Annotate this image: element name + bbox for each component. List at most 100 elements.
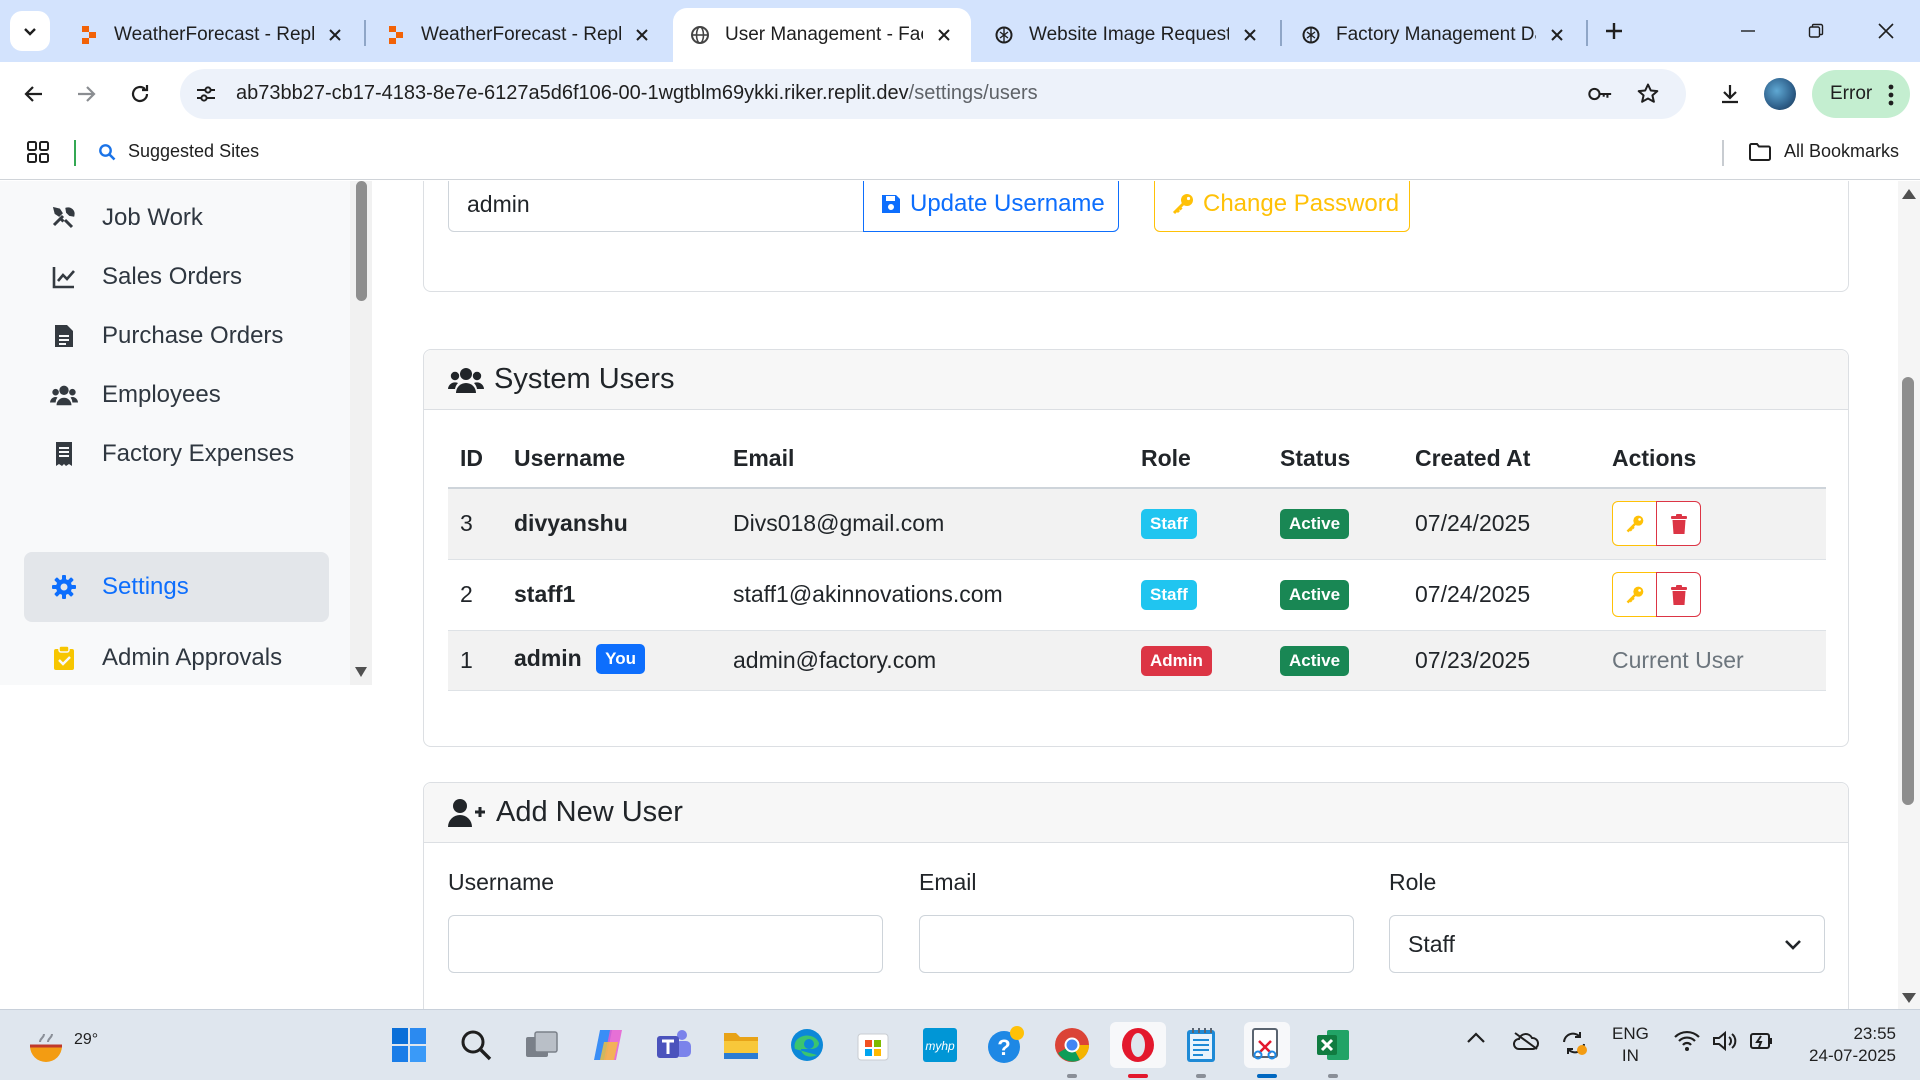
- browser-toolbar: ab73bb27-cb17-4183-8e7e-6127a5d6f106-00-…: [0, 62, 1920, 126]
- new-username-input[interactable]: [448, 915, 883, 973]
- gear-icon: [50, 573, 78, 601]
- downloads-button[interactable]: [1710, 74, 1750, 114]
- close-window-button[interactable]: [1858, 8, 1914, 54]
- profile-avatar[interactable]: [1764, 78, 1796, 110]
- profile-error-button[interactable]: Error: [1812, 70, 1910, 118]
- address-bar[interactable]: ab73bb27-cb17-4183-8e7e-6127a5d6f106-00-…: [180, 69, 1686, 119]
- browser-tab-2[interactable]: WeatherForecast - Replit: [369, 8, 669, 62]
- delete-user-button[interactable]: [1656, 501, 1701, 547]
- chrome-button[interactable]: [1049, 1022, 1095, 1068]
- change-password-button[interactable]: Change Password: [1154, 181, 1410, 232]
- edge-button[interactable]: [784, 1022, 830, 1068]
- all-bookmarks-button[interactable]: All Bookmarks: [1748, 141, 1899, 162]
- bookmark-suggested-sites[interactable]: Suggested Sites: [98, 141, 259, 162]
- onedrive-tray-button[interactable]: [1512, 1030, 1540, 1052]
- reset-password-button[interactable]: [1612, 501, 1657, 547]
- column-header-role[interactable]: Role: [1129, 430, 1268, 489]
- input-language-indicator[interactable]: ENG IN: [1612, 1023, 1649, 1067]
- sidebar-item-settings[interactable]: Settings: [24, 552, 329, 622]
- new-tab-button[interactable]: [1597, 14, 1631, 48]
- url-text: ab73bb27-cb17-4183-8e7e-6127a5d6f106-00-…: [236, 82, 1038, 105]
- close-icon[interactable]: [1239, 24, 1261, 46]
- sidebar-item-admin-approvals[interactable]: Admin Approvals: [24, 623, 329, 685]
- browser-tab-4[interactable]: Website Image Request: [977, 8, 1277, 62]
- sidebar-item-factory-expenses[interactable]: Factory Expenses: [24, 419, 329, 489]
- row-actions: [1612, 572, 1701, 617]
- bookmark-star-icon[interactable]: [1635, 81, 1661, 107]
- cell-id: 3: [448, 488, 502, 560]
- browser-tab-1[interactable]: WeatherForecast - Replit: [62, 8, 362, 62]
- taskbar-search-button[interactable]: [453, 1022, 499, 1068]
- role-select-value: Staff: [1408, 930, 1455, 957]
- tray-overflow-button[interactable]: [1466, 1030, 1486, 1044]
- sidebar-scroll-thumb[interactable]: [356, 181, 367, 301]
- tab-search-button[interactable]: [10, 11, 50, 51]
- weather-widget[interactable]: 29°: [26, 1020, 98, 1068]
- column-header-id[interactable]: ID: [448, 430, 502, 489]
- battery-tray-button[interactable]: [1748, 1030, 1774, 1052]
- browser-tab-5[interactable]: Factory Management Dashboard: [1284, 8, 1584, 62]
- forward-button[interactable]: [66, 74, 106, 114]
- page-scroll-thumb[interactable]: [1902, 377, 1914, 805]
- help-button[interactable]: ?: [983, 1022, 1029, 1068]
- sidebar-item-label: Sales Orders: [102, 263, 243, 290]
- column-header-username[interactable]: Username: [502, 430, 721, 489]
- task-view-button[interactable]: [519, 1022, 565, 1068]
- column-header-created-at[interactable]: Created At: [1403, 430, 1600, 489]
- myhp-button[interactable]: myhp: [917, 1022, 963, 1068]
- account-settings-card: admin Update Username Change Password: [423, 181, 1849, 292]
- apps-grid-icon[interactable]: [26, 140, 50, 169]
- username-input-value: admin: [467, 190, 530, 217]
- bookmark-divider: [1722, 140, 1724, 166]
- scroll-down-arrow-icon[interactable]: [355, 667, 367, 677]
- system-users-header: System Users: [424, 350, 1848, 410]
- sync-tray-button[interactable]: [1560, 1030, 1588, 1056]
- snipping-tool-button[interactable]: [1244, 1022, 1290, 1068]
- profile-status-label: Error: [1830, 83, 1873, 104]
- minimize-button[interactable]: [1720, 8, 1776, 54]
- back-button[interactable]: [14, 74, 54, 114]
- scroll-down-arrow-icon[interactable]: [1902, 993, 1916, 1003]
- reset-password-button[interactable]: [1612, 572, 1657, 617]
- users-table: ID Username Email Role Status Created At…: [448, 430, 1826, 691]
- page-scrollbar[interactable]: [1898, 181, 1920, 1009]
- browser-tab-3-active[interactable]: User Management - Factory Management: [673, 8, 971, 62]
- username-input[interactable]: admin: [448, 181, 868, 232]
- update-username-button[interactable]: Update Username: [863, 181, 1119, 232]
- restore-button[interactable]: [1788, 8, 1844, 54]
- close-icon[interactable]: [1546, 24, 1568, 46]
- sidebar-scrollbar[interactable]: [350, 181, 372, 685]
- start-button[interactable]: [386, 1022, 432, 1068]
- password-key-icon[interactable]: [1587, 81, 1613, 107]
- opera-button[interactable]: [1110, 1022, 1166, 1068]
- close-icon[interactable]: [631, 24, 653, 46]
- site-info-icon[interactable]: [194, 82, 218, 111]
- column-header-status[interactable]: Status: [1268, 430, 1403, 489]
- reload-button[interactable]: [120, 74, 160, 114]
- notepad-button[interactable]: [1178, 1022, 1224, 1068]
- scroll-up-arrow-icon[interactable]: [1902, 189, 1916, 199]
- minimize-icon: [1741, 30, 1755, 32]
- sidebar-item-label: Job Work: [102, 204, 203, 231]
- new-email-input[interactable]: [919, 915, 1354, 973]
- file-explorer-button[interactable]: [718, 1022, 764, 1068]
- trash-icon: [1670, 513, 1687, 534]
- close-icon[interactable]: [933, 24, 955, 46]
- cell-id: 1: [448, 630, 502, 691]
- delete-user-button[interactable]: [1656, 572, 1701, 617]
- system-clock[interactable]: 23:55 24-07-2025: [1796, 1023, 1896, 1067]
- notepad-icon: [1187, 1028, 1215, 1062]
- volume-tray-button[interactable]: [1712, 1030, 1738, 1052]
- teams-button[interactable]: [651, 1022, 697, 1068]
- running-indicator-active: [1128, 1074, 1148, 1078]
- column-header-email[interactable]: Email: [721, 430, 1129, 489]
- copilot-button[interactable]: [585, 1022, 631, 1068]
- wifi-tray-button[interactable]: [1674, 1030, 1700, 1052]
- excel-button[interactable]: [1310, 1022, 1356, 1068]
- microsoft-store-button[interactable]: [850, 1022, 896, 1068]
- tab-divider: [364, 20, 366, 46]
- bookmark-label: All Bookmarks: [1784, 141, 1900, 161]
- wifi-icon: [1674, 1030, 1700, 1051]
- close-icon[interactable]: [324, 24, 346, 46]
- role-select[interactable]: Staff: [1389, 915, 1825, 973]
